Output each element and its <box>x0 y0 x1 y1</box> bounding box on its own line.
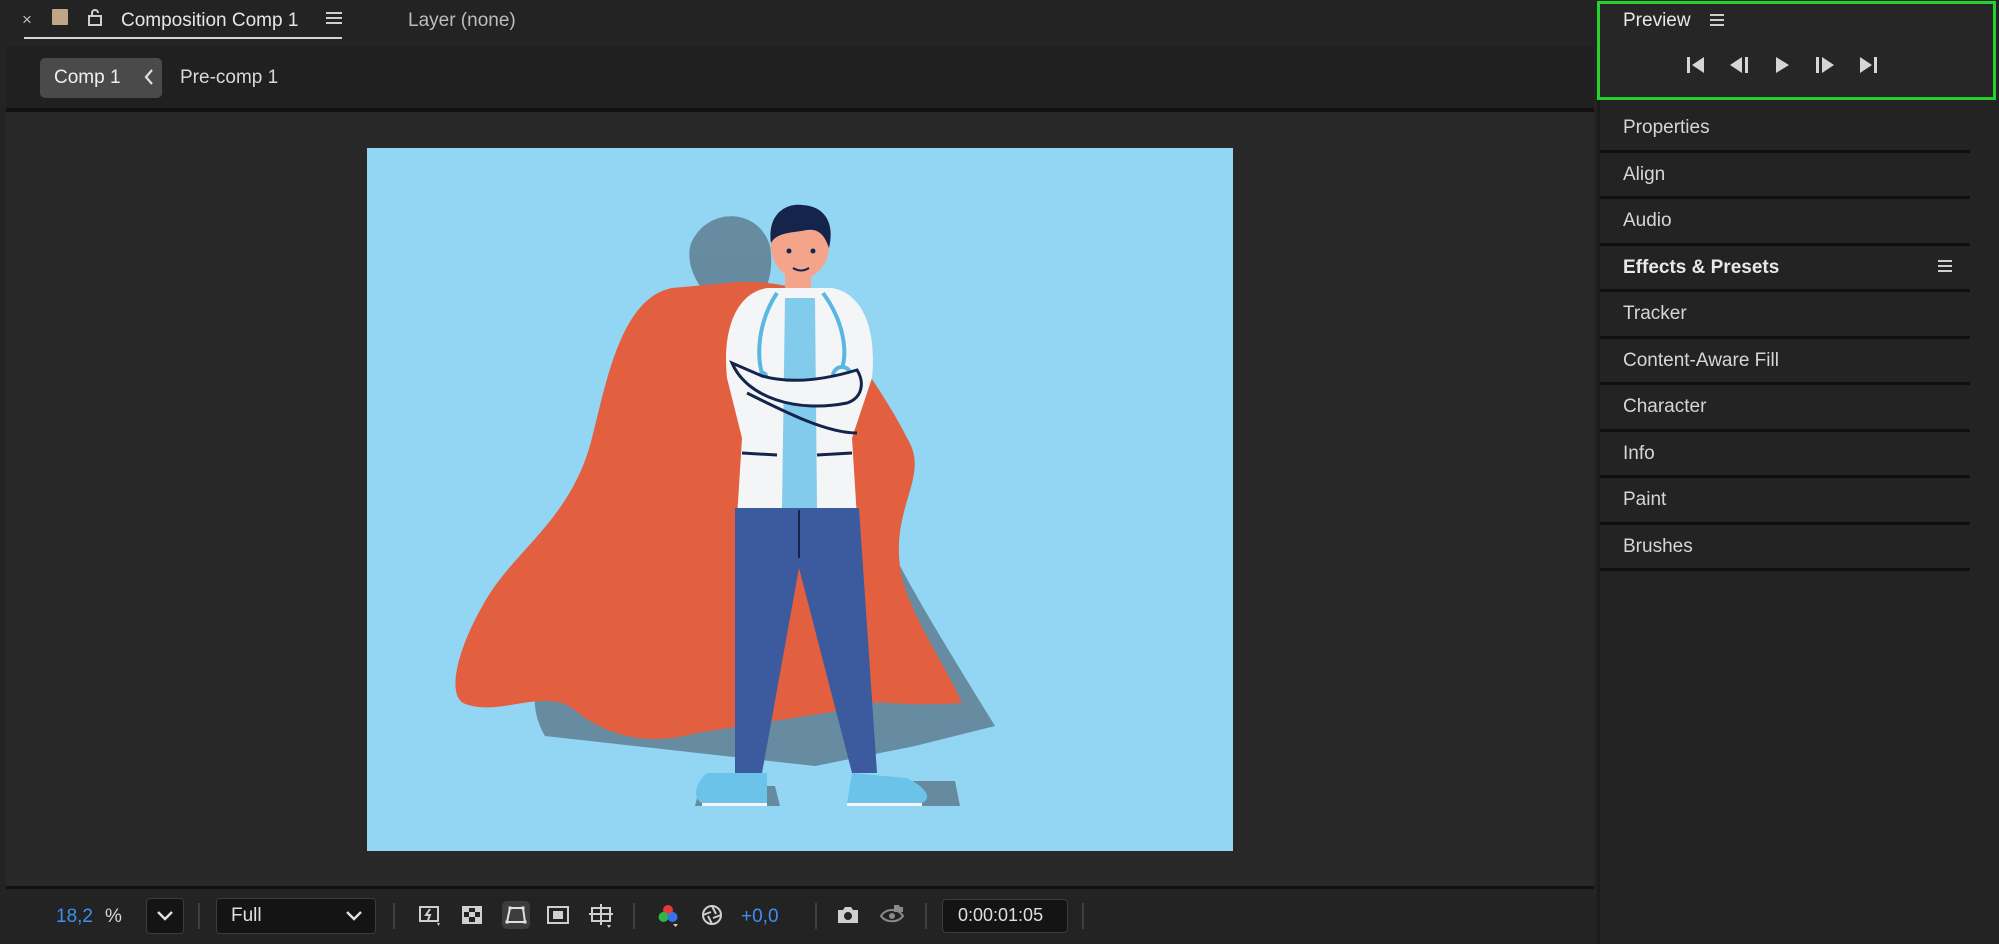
previous-frame-icon[interactable] <box>1726 52 1752 78</box>
last-frame-icon[interactable] <box>1855 52 1881 78</box>
composition-canvas[interactable] <box>367 148 1233 851</box>
preview-panel-title[interactable]: Preview <box>1623 10 1691 32</box>
snapshot-icon[interactable] <box>834 901 862 929</box>
layer-tab[interactable]: Layer (none) <box>408 10 516 32</box>
transparency-grid-icon[interactable] <box>458 901 486 929</box>
mask-visibility-icon[interactable] <box>502 901 530 929</box>
panel-label-character[interactable]: Character <box>1623 396 1706 418</box>
panel-info[interactable] <box>1600 431 1970 478</box>
color-channel-icon[interactable] <box>654 901 682 929</box>
close-tab-icon[interactable]: × <box>22 10 32 30</box>
panel-label-effects-presets[interactable]: Effects & Presets <box>1623 257 1779 279</box>
panel-label-brushes[interactable]: Brushes <box>1623 536 1693 558</box>
chevron-left-icon[interactable] <box>142 67 156 87</box>
divider <box>815 903 817 929</box>
play-icon[interactable] <box>1769 52 1795 78</box>
active-tab-underline <box>24 37 342 39</box>
magnification-unit: % <box>105 906 122 927</box>
divider <box>198 903 200 929</box>
panel-label-content-aware-fill[interactable]: Content-Aware Fill <box>1623 350 1779 372</box>
lock-icon[interactable] <box>86 8 104 26</box>
timecode-value: 0:00:01:05 <box>958 905 1044 925</box>
reset-exposure-icon[interactable] <box>698 901 726 929</box>
panel-menu-icon[interactable] <box>1937 258 1953 274</box>
breadcrumb-label: Comp 1 <box>54 67 121 88</box>
label-color-swatch[interactable] <box>52 9 68 25</box>
magnification-value[interactable]: 18,2 <box>56 906 93 928</box>
divider <box>1082 903 1084 929</box>
next-frame-icon[interactable] <box>1812 52 1838 78</box>
composition-tab-title[interactable]: Composition Comp 1 <box>121 10 298 32</box>
panel-label-tracker[interactable]: Tracker <box>1623 303 1687 325</box>
breadcrumb-item-pre-comp-1[interactable]: Pre-comp 1 <box>180 67 278 89</box>
panel-menu-icon[interactable] <box>325 10 343 26</box>
divider <box>633 903 635 929</box>
divider <box>925 903 927 929</box>
superhero-doctor-illustration <box>455 204 995 806</box>
panel-label-properties[interactable]: Properties <box>1623 117 1710 139</box>
show-snapshot-icon[interactable] <box>878 901 906 929</box>
exposure-value[interactable]: +0,0 <box>741 906 779 928</box>
resolution-value: Full <box>231 905 262 926</box>
chevron-down-icon <box>346 911 362 921</box>
magnification-dropdown[interactable] <box>146 898 184 934</box>
panel-label-align[interactable]: Align <box>1623 164 1665 186</box>
panel-label-info[interactable]: Info <box>1623 443 1655 465</box>
grid-guides-icon[interactable] <box>587 901 615 929</box>
panel-menu-icon[interactable] <box>1709 12 1725 28</box>
first-frame-icon[interactable] <box>1683 52 1709 78</box>
chevron-down-icon <box>157 911 173 921</box>
panel-label-audio[interactable]: Audio <box>1623 210 1672 232</box>
divider <box>393 903 395 929</box>
panel-label-paint[interactable]: Paint <box>1623 489 1666 511</box>
fast-previews-icon[interactable] <box>416 901 444 929</box>
region-of-interest-icon[interactable] <box>544 901 572 929</box>
